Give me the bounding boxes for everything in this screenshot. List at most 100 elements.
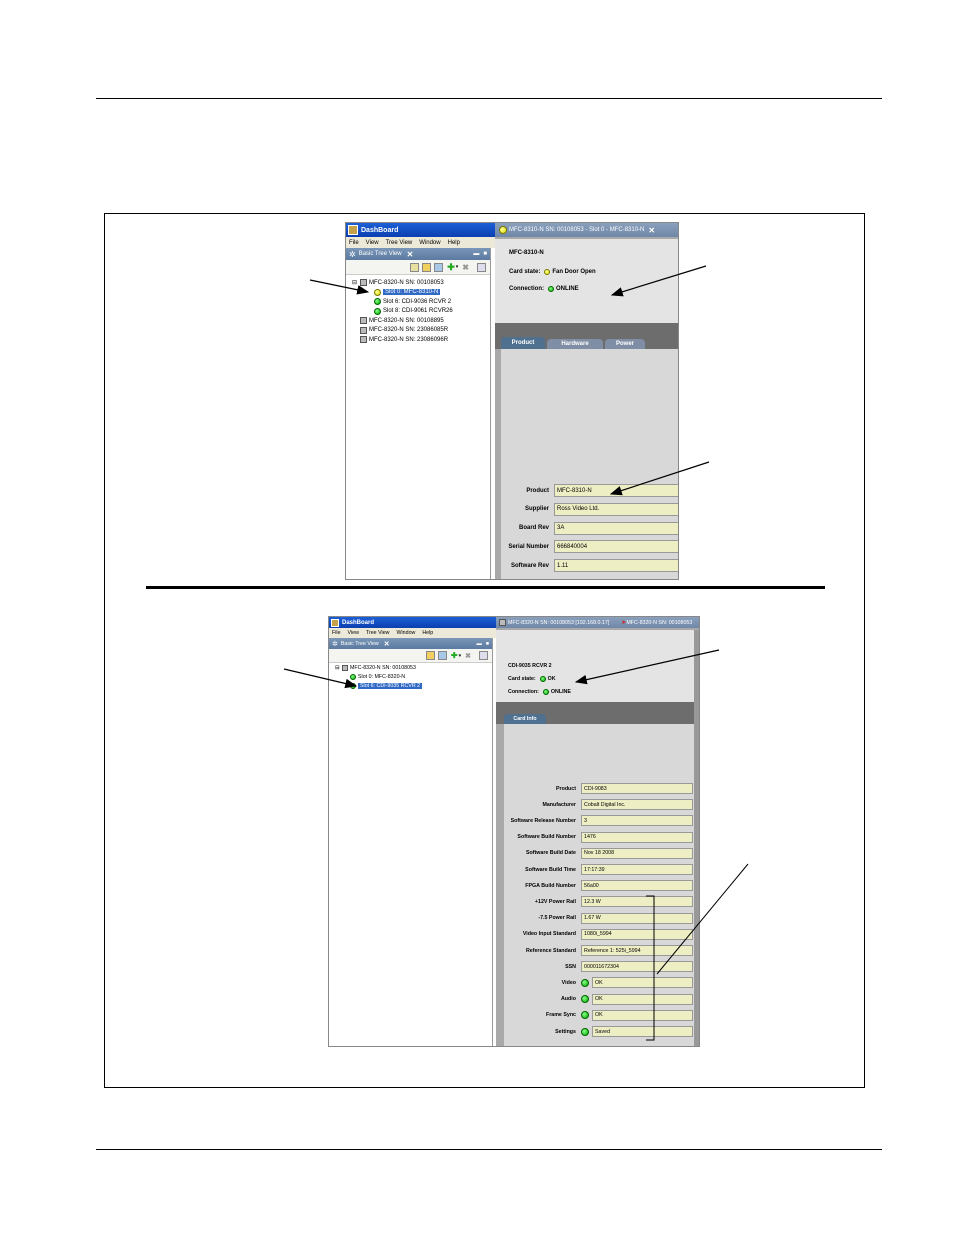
top-card-tab[interactable]: MFC-8310-N SN: 00108053 - Slot 0 - MFC-8… [495,223,678,237]
field-label: Frame Sync [545,1012,576,1019]
tab-product[interactable]: Product [501,337,545,349]
green-status-icon [374,307,381,315]
field-value: MFC-8310-N [557,487,592,494]
dashboard-app-icon [348,225,358,235]
field-value: OK [595,996,603,1003]
frame-icon [499,619,506,626]
top-menu-view[interactable]: View [366,240,379,246]
expand-icon[interactable]: ⊟ [352,279,360,286]
connection-label: Connection: [508,689,539,695]
field-row: Reference Standard Reference 1: 525i_5994 [504,945,694,956]
field-value: Cobalt Digital Inc. [584,801,626,808]
field-value: 3 [584,817,587,824]
add-icon[interactable]: ✚ [447,262,455,273]
gear-icon: ✲ [332,640,338,648]
bottom-menu-help[interactable]: Help [422,630,433,636]
tree-slot-node[interactable]: Slot 0: MFC-8320-N [350,674,405,680]
card-state-led-icon [539,676,546,682]
field-value-box: MFC-8310-N [554,484,678,497]
tab-power[interactable]: Power [605,339,645,349]
bottom-card-tab2-label[interactable]: MFC-8320-N SN: 00108053 [626,620,692,626]
close-icon[interactable]: ✕ [384,640,390,648]
field-label: Video [561,979,576,986]
tree-node-label: MFC-8320-N SN: 23086085R [369,327,449,333]
field-row: Frame Sync OK [504,1009,694,1021]
bottom-menu-file[interactable]: File [332,630,341,636]
tree-node-label: Slot 6: CDI-9035 RCVR 2 [358,683,423,689]
tree-slot-node[interactable]: Slot 6: CDI-9035 RCVR 2 [350,683,423,689]
field-value-box: Cobalt Digital Inc. [581,799,693,811]
connection-led-icon [542,689,549,695]
field-row: Software Build Time 17:17:39 [504,864,694,875]
maximize-icon[interactable]: ■ [486,641,489,647]
field-row: Product MFC-8310-N [501,484,678,497]
field-row: Board Rev 3A [501,521,678,535]
tree-frame-node[interactable]: MFC-8320-N SN: 23086096R [352,336,448,343]
chevron-down-icon[interactable]: ▾ [456,264,459,270]
tab-card-info[interactable]: Card Info [504,714,546,724]
connection-value: ONLINE [556,286,579,292]
field-value-box: 666840004 [554,540,678,554]
green-status-icon [374,298,381,305]
top-menu-window[interactable]: Window [419,240,440,246]
delete-icon[interactable]: ✖ [462,263,469,272]
bottom-menu-tree-view[interactable]: Tree View [366,630,390,636]
tree-slot-node[interactable]: Slot 0: MFC-8310-N [374,288,441,296]
tree-frame-node[interactable]: MFC-8320-N SN: 23086085R [352,326,449,334]
field-value: OK [595,1012,603,1019]
bottom-card-tab[interactable]: MFC-8320-N SN: 00108053 [192.168.0.17] ➤… [496,617,699,628]
chevron-down-icon[interactable]: ▾ [459,653,462,659]
bottom-tree-tab[interactable]: ✲ Basic Tree View ✕ ▬ ■ [329,638,492,649]
key-icon[interactable] [425,651,435,660]
bottom-menu-window[interactable]: Window [397,630,416,636]
view-menu-icon[interactable] [479,651,488,660]
card-state-value: Fan Door Open [552,269,596,275]
delete-icon[interactable]: ✖ [465,652,471,660]
field-value-box: 1476 [581,831,693,843]
top-tree-tab[interactable]: ✲ Basic Tree View ✕ ▬ ■ [346,248,490,260]
bottom-card-name: CDI-9035 RCVR 2 [508,663,552,669]
vertical-scrollbar[interactable] [694,630,699,1046]
field-value: 17:17:39 [584,866,605,873]
collapse-icon[interactable] [410,262,420,272]
refresh-icon[interactable] [437,651,447,660]
tree-frame-node[interactable]: ⊟ MFC-8320-N SN: 00108053 [352,279,444,286]
tree-frame-node[interactable]: MFC-8320-N SN: 00108895 [352,317,444,324]
refresh-icon[interactable] [434,262,444,272]
green-status-icon [350,683,356,689]
close-icon[interactable]: ✕ [648,226,655,235]
field-label: Reference Standard [525,947,576,954]
bottom-menu-view[interactable]: View [348,630,359,636]
maximize-icon[interactable]: ■ [483,251,487,257]
field-value: OK [595,979,603,986]
field-label: Board Rev [518,525,549,532]
view-menu-icon[interactable] [477,262,486,272]
field-label: Video Input Standard [522,931,576,938]
field-label: SSN [565,963,576,970]
top-menu-file[interactable]: File [349,240,359,246]
card-status-icon [499,226,507,234]
top-menu-help[interactable]: Help [448,240,460,246]
top-card-state-row: Card state: Fan Door Open [509,269,596,275]
tree-slot-node[interactable]: Slot 6: CDI-9036 RCVR 2 [374,298,451,305]
field-value: Reference 1: 525i_5994 [584,947,641,954]
minimize-icon[interactable]: ▬ [477,641,482,647]
green-status-icon [350,674,356,680]
add-icon[interactable]: ✚ [451,651,458,660]
tree-frame-node[interactable]: ⊟ MFC-8320-N SN: 00108053 [335,665,416,671]
tree-slot-node[interactable]: Slot 8: CDI-9061 RCVR26 [374,307,453,315]
field-label: Product [555,785,576,792]
bottom-connection-row: Connection: ONLINE [508,689,571,695]
card-state-label: Card state: [509,269,541,275]
bottom-card-pane: MFC-8320-N SN: 00108053 [192.168.0.17] ➤… [496,617,699,1046]
expand-icon[interactable]: ⊟ [335,665,342,671]
minimize-icon[interactable]: ▬ [473,251,479,257]
key-icon[interactable] [422,262,432,272]
top-menu-tree-view[interactable]: Tree View [386,240,413,246]
close-icon[interactable]: ✕ [407,250,414,259]
bottom-subtabs: Card Info [504,714,548,724]
tab-hardware[interactable]: Hardware [547,339,603,349]
field-value: 1476 [584,834,596,841]
top-window-title: DashBoard [361,226,399,234]
tree-node-label: MFC-8320-N SN: 00108053 [350,665,416,671]
